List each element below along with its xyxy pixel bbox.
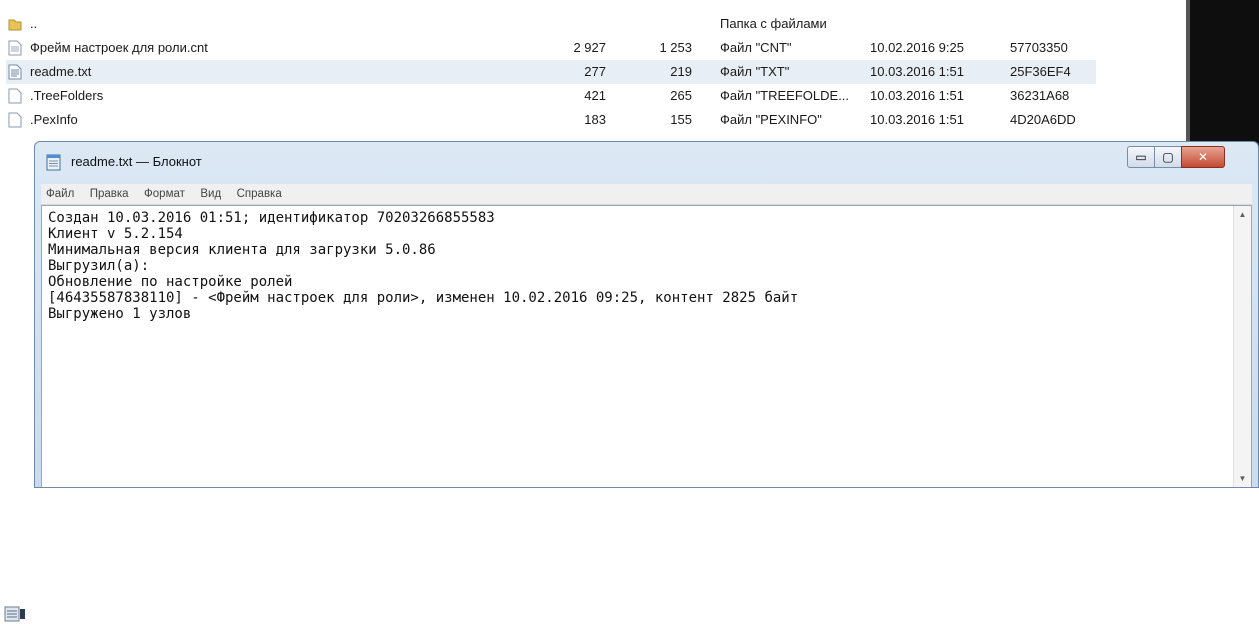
file-name: .TreeFolders [30, 88, 104, 103]
file-type: Папка с файлами [720, 16, 827, 31]
window-title: readme.txt — Блокнот [71, 154, 202, 169]
file-row-selected[interactable]: readme.txt 277 219 Файл "TXT" 10.03.2016… [6, 60, 1096, 84]
file-packed-size: 155 [670, 112, 692, 127]
file-icon [8, 88, 22, 104]
notepad-icon [46, 154, 61, 171]
file-type: Файл "TXT" [720, 64, 790, 79]
file-size: 277 [584, 64, 606, 79]
menu-format[interactable]: Формат [139, 185, 191, 200]
maximize-button[interactable]: ▢ [1154, 146, 1182, 168]
file-name: Фрейм настроек для роли.cnt [30, 40, 208, 55]
menu-edit[interactable]: Правка [85, 185, 135, 200]
file-size: 2 927 [573, 40, 606, 55]
file-crc: 57703350 [1010, 40, 1068, 55]
document-text[interactable]: Создан 10.03.2016 01:51; идентификатор 7… [48, 210, 1221, 322]
file-packed-size: 219 [670, 64, 692, 79]
file-packed-size: 1 253 [659, 40, 692, 55]
file-date: 10.03.2016 1:51 [870, 64, 964, 79]
file-crc: 25F36EF4 [1010, 64, 1071, 79]
menu-bar: Файл Правка Формат Вид Справка [41, 184, 1252, 205]
file-date: 10.03.2016 1:51 [870, 88, 964, 103]
file-icon [8, 40, 22, 56]
file-name: .PexInfo [30, 112, 78, 127]
notepad-taskbar-icon[interactable] [4, 604, 26, 624]
file-date: 10.03.2016 1:51 [870, 112, 964, 127]
file-size: 421 [584, 88, 606, 103]
file-size: 183 [584, 112, 606, 127]
close-button[interactable]: ✕ [1181, 146, 1225, 168]
file-list: .. Папка с файлами Фрейм настроек для ро… [0, 0, 1186, 150]
window-border [1186, 0, 1190, 150]
file-row[interactable]: Фрейм настроек для роли.cnt 2 927 1 253 … [6, 36, 1096, 60]
file-row-parent[interactable]: .. Папка с файлами [6, 12, 1096, 36]
file-name: .. [30, 16, 38, 31]
folder-up-icon [8, 19, 22, 31]
menu-file[interactable]: Файл [41, 185, 80, 200]
title-bar[interactable]: readme.txt — Блокнот ▭ ▢ ✕ [35, 142, 1258, 180]
file-type: Файл "PEXINFO" [720, 112, 822, 127]
file-name: readme.txt [30, 64, 92, 79]
menu-view[interactable]: Вид [195, 185, 227, 200]
notepad-window[interactable]: readme.txt — Блокнот ▭ ▢ ✕ Файл Правка Ф… [34, 141, 1259, 488]
file-packed-size: 265 [670, 88, 692, 103]
file-type: Файл "TREEFOLDE... [720, 88, 850, 103]
vertical-scrollbar[interactable]: ▲ ▼ [1233, 206, 1251, 487]
text-file-icon [8, 64, 22, 80]
text-editor[interactable]: Создан 10.03.2016 01:51; идентификатор 7… [41, 205, 1252, 487]
background-window-edge [0, 150, 34, 622]
scroll-down-icon[interactable]: ▼ [1234, 470, 1251, 487]
file-type: Файл "CNT" [720, 40, 792, 55]
file-row[interactable]: .TreeFolders 421 265 Файл "TREEFOLDE... … [6, 84, 1096, 108]
file-icon [8, 112, 22, 128]
menu-help[interactable]: Справка [232, 185, 288, 200]
file-crc: 36231A68 [1010, 88, 1070, 103]
file-crc: 4D20A6DD [1010, 112, 1076, 127]
scroll-up-icon[interactable]: ▲ [1234, 206, 1251, 223]
minimize-button[interactable]: ▭ [1127, 146, 1155, 168]
file-row[interactable]: .PexInfo 183 155 Файл "PEXINFO" 10.03.20… [6, 108, 1096, 132]
file-date: 10.02.2016 9:25 [870, 40, 964, 55]
